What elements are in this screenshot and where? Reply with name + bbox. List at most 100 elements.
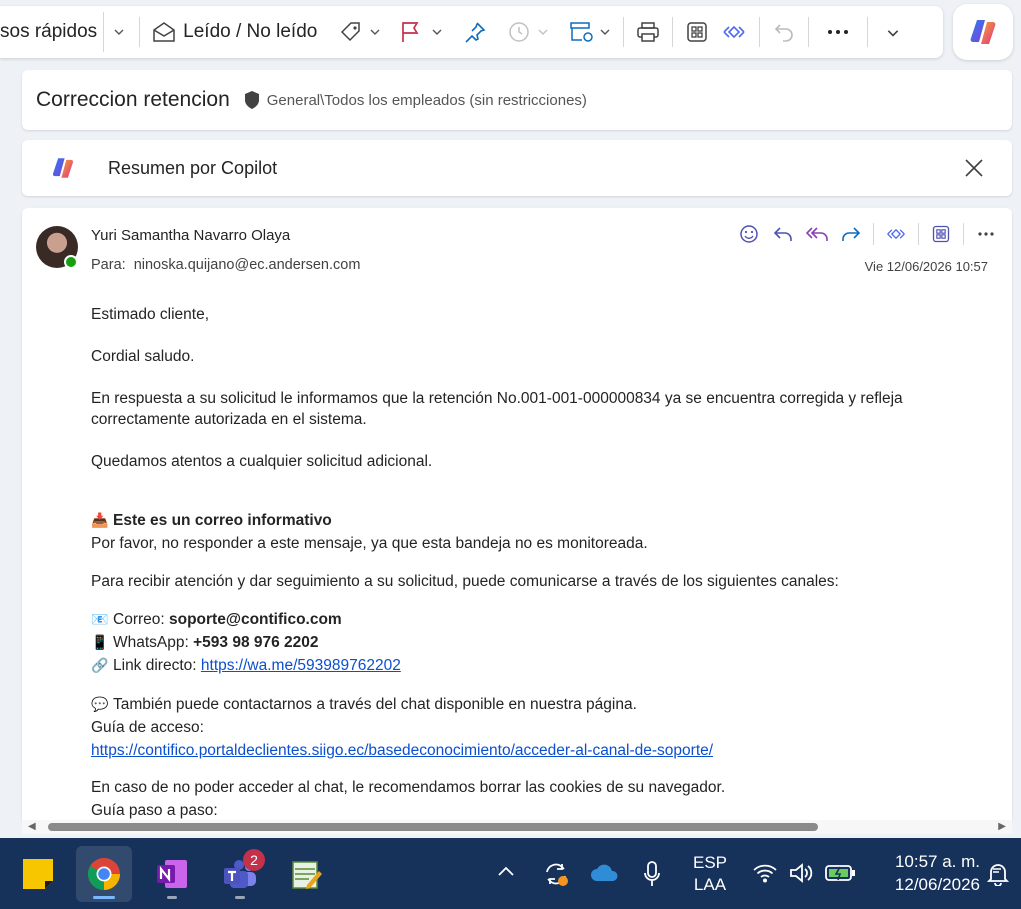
copilot-summary-card[interactable]: Resumen por Copilot (22, 140, 1012, 196)
quick-steps-label: sos rápidos (0, 21, 98, 42)
loop-button[interactable] (884, 222, 908, 246)
divider (759, 17, 761, 47)
whatsapp-link[interactable]: https://wa.me/593989762202 (201, 657, 401, 674)
close-icon[interactable] (964, 158, 984, 178)
show-hidden-icons-button[interactable] (496, 864, 516, 883)
print-button[interactable] (630, 6, 666, 58)
flag-button[interactable] (393, 6, 449, 58)
windows-taskbar: 2 ESP LAA 10:57 a. m. 12/06/2026 (0, 838, 1021, 909)
sender-name[interactable]: Yuri Samantha Navarro Olaya (91, 227, 290, 244)
teams-app[interactable]: 2 (212, 846, 268, 902)
divider (808, 17, 810, 47)
microphone-button[interactable] (642, 860, 662, 893)
loop-button[interactable] (715, 6, 753, 58)
forward-button[interactable] (839, 222, 863, 246)
reply-all-icon (805, 227, 828, 241)
link-icon: 🔗 (91, 657, 109, 673)
sync-icon (546, 863, 568, 886)
onedrive-button[interactable] (590, 863, 618, 888)
onenote-app[interactable] (144, 846, 200, 902)
categorize-button[interactable] (333, 6, 387, 58)
copilot-icon (52, 158, 74, 178)
divider (963, 223, 964, 245)
email-line: 📧 Correo: soporte@contifico.com (91, 609, 991, 630)
message-actions (737, 222, 998, 246)
reply-icon (773, 227, 792, 241)
ribbon-toolbar: sos rápidos Leído / No leído (0, 6, 943, 58)
divider (139, 17, 141, 47)
scroll-left-icon[interactable]: ◀ (28, 821, 36, 832)
info-title: Este es un correo informativo (113, 512, 332, 529)
whatsapp-label: WhatsApp: (113, 634, 194, 651)
clock-time: 10:57 a. m. (894, 852, 980, 871)
presence-available-icon (64, 255, 78, 269)
undo-button[interactable] (766, 6, 802, 58)
forward-icon (842, 227, 861, 241)
whatsapp-line: 📱 WhatsApp: +593 98 976 2202 (91, 632, 991, 653)
body-paragraph: Quedamos atentos a cualquier solicitud a… (91, 453, 433, 470)
sync-status-button[interactable] (542, 860, 570, 893)
reply-all-button[interactable] (805, 222, 829, 246)
email-label: Correo: (113, 611, 169, 628)
expand-ribbon-button[interactable] (874, 6, 912, 58)
read-unread-button[interactable]: Leído / No leído (146, 6, 323, 58)
apps-button[interactable] (679, 6, 715, 58)
network-volume-battery-button[interactable] (752, 862, 856, 884)
copilot-summary-title: Resumen por Copilot (108, 157, 278, 178)
react-button[interactable] (737, 222, 761, 246)
chevron-down-icon (114, 29, 124, 35)
sticky-notes-app[interactable] (10, 846, 66, 902)
message-date: Vie 12/06/2026 10:57 (864, 259, 988, 274)
notepad-app[interactable] (278, 846, 334, 902)
apps-button[interactable] (929, 222, 953, 246)
clock-icon (509, 22, 530, 42)
pin-button[interactable] (457, 6, 493, 58)
sticky-notes-icon (23, 859, 53, 889)
copilot-button[interactable] (953, 4, 1013, 60)
running-indicator (235, 896, 245, 899)
divider (867, 17, 869, 47)
whatsapp-value: +593 98 976 2202 (193, 634, 319, 651)
rules-button[interactable] (563, 6, 617, 58)
undo-icon (775, 24, 794, 42)
chat-line: 💬 También puede contactarnos a través del… (91, 694, 991, 715)
scrollbar-thumb[interactable] (48, 823, 818, 831)
chrome-app[interactable] (76, 846, 132, 902)
step-guide-label: Guía paso a paso: (91, 802, 218, 819)
inbox-tray-icon: 📥 (91, 512, 109, 528)
to-address[interactable]: ninoska.quijano@ec.andersen.com (134, 257, 361, 273)
guide-link[interactable]: https://contifico.portaldeclientes.siigo… (91, 742, 713, 759)
clock-button[interactable]: 10:57 a. m. 12/06/2026 (874, 850, 980, 896)
scroll-right-icon[interactable]: ▶ (998, 821, 1006, 832)
chrome-icon (87, 858, 121, 891)
diamond-link-icon (887, 228, 905, 240)
sensitivity-label[interactable]: General\Todos los empleados (sin restric… (267, 92, 587, 109)
microphone-icon (644, 861, 660, 886)
reply-button[interactable] (771, 222, 795, 246)
subject-title: Correccion retencion (36, 88, 230, 111)
more-options-button[interactable] (815, 6, 861, 58)
horizontal-scrollbar[interactable]: ◀ ▶ (22, 820, 1012, 834)
wifi-icon (753, 864, 777, 883)
divider (918, 223, 919, 245)
quick-steps-dropdown[interactable] (103, 12, 133, 52)
apps-grid-icon (932, 225, 950, 243)
mobile-phone-icon: 📱 (91, 634, 109, 650)
envelope-open-icon (153, 22, 175, 42)
info-heading: 📥 Este es un correo informativo (91, 510, 991, 531)
running-indicator (167, 896, 177, 899)
snooze-button[interactable] (501, 6, 555, 58)
more-actions-button[interactable] (974, 222, 998, 246)
notification-bell-icon (986, 864, 1010, 887)
input-language-button[interactable]: ESP LAA (688, 852, 732, 896)
apps-grid-icon (687, 22, 708, 42)
quick-steps-button[interactable]: sos rápidos (0, 6, 103, 58)
teams-notification-badge: 2 (243, 849, 265, 871)
smiley-icon (740, 225, 758, 243)
notifications-button[interactable] (986, 862, 1010, 891)
direct-link-line: 🔗 Link directo: https://wa.me/59398976220… (91, 655, 991, 676)
email-icon: 📧 (91, 611, 109, 627)
channels-intro: Para recibir atención y dar seguimiento … (91, 573, 839, 590)
divider (623, 17, 625, 47)
guide-label: Guía de acceso: (91, 719, 204, 736)
